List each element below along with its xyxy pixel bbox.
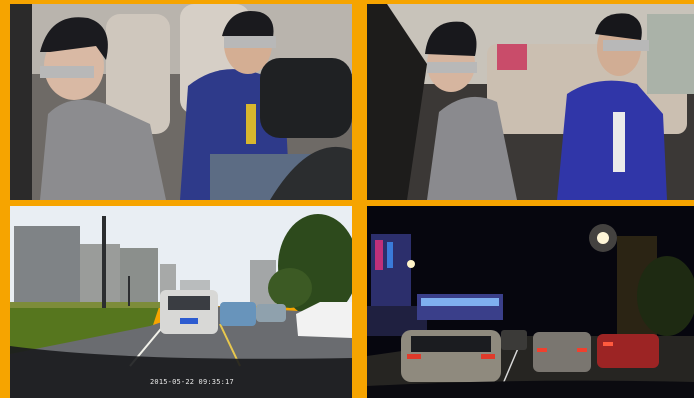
cabin-driver-panel bbox=[10, 4, 352, 200]
road-day-panel: 2015-05-22 09:35:17 bbox=[10, 206, 352, 398]
road-night-panel bbox=[367, 206, 694, 398]
cabin-rear-panel bbox=[367, 4, 694, 200]
day-timestamp: 2015-05-22 09:35:17 bbox=[150, 378, 234, 386]
